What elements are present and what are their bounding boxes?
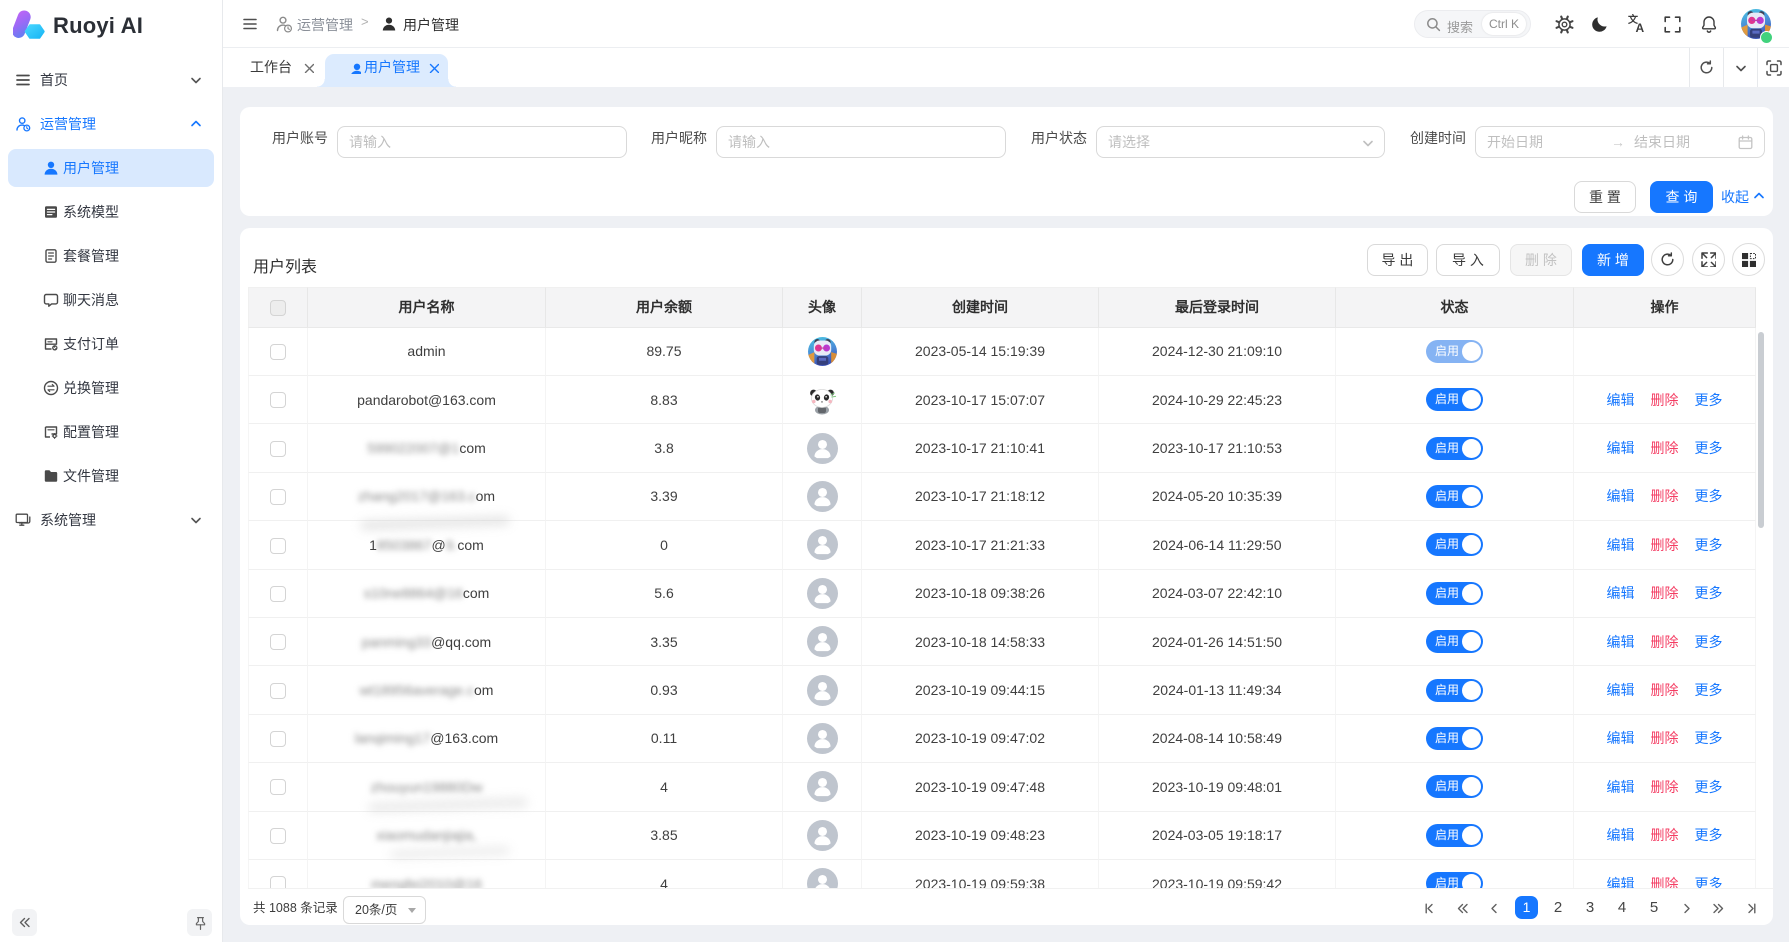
svg-text:A: A <box>1636 21 1645 34</box>
